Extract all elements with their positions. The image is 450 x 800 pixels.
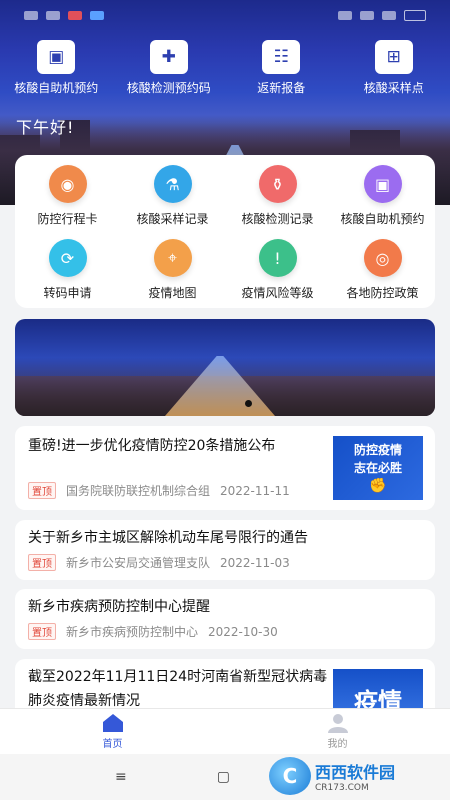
news-meta: 置顶 国务院联防联控机制综合组 2022-11-11 (28, 482, 290, 499)
quick-action-booking-code[interactable]: ✚ 核酸检测预约码 (113, 40, 225, 96)
news-title: 新乡市疾病预防控制中心提醒 (28, 599, 210, 615)
news-thumbnail: 防控疫情 志在必胜 ✊ (333, 436, 423, 500)
news-date: 2022-11-03 (220, 555, 290, 570)
banner-carousel[interactable] (15, 319, 435, 416)
watermark: C 西西软件园 CR173.COM (269, 754, 444, 798)
services-card: ◉ 防控行程卡 ⚗ 核酸采样记录 ⚱ 核酸检测记录 ▣ 核酸自助机预约 ⟳ 转码… (15, 155, 435, 308)
location-card-icon: ◉ (48, 165, 87, 203)
service-label: 各地防控政策 (346, 286, 419, 300)
service-epidemic-map[interactable]: ⌖ 疫情地图 (121, 239, 225, 301)
mail-icon (68, 10, 82, 20)
quick-action-label: 核酸检测预约码 (126, 81, 211, 95)
service-kiosk-booking[interactable]: ▣ 核酸自助机预约 (331, 165, 435, 227)
service-label: 核酸检测记录 (241, 212, 314, 226)
flask-icon: ⚱ (258, 165, 297, 203)
quick-action-label: 核酸自助机预约 (14, 81, 99, 95)
service-label: 核酸采样记录 (136, 212, 209, 226)
news-source: 国务院联防联控机制综合组 (66, 484, 211, 498)
quick-action-return-report[interactable]: ☷ 返新报备 (225, 40, 337, 96)
service-label: 转码申请 (43, 286, 92, 300)
notification-icon (46, 10, 60, 20)
news-meta: 置顶 新乡市疾病预防控制中心 2022-10-30 (28, 623, 278, 640)
message-icon (90, 10, 104, 20)
time-indicator (24, 10, 38, 20)
menu-icon[interactable]: ≡ (115, 769, 127, 785)
news-meta: 置顶 新乡市公安局交通管理支队 2022-11-03 (28, 554, 290, 571)
shield-alert-icon: ! (258, 239, 297, 277)
news-item[interactable]: 新乡市疾病预防控制中心提醒 置顶 新乡市疾病预防控制中心 2022-10-30 (15, 589, 435, 649)
news-source: 新乡市疾病预防控制中心 (66, 625, 199, 639)
thumb-line: 志在必胜 (353, 461, 402, 475)
home-icon (102, 714, 123, 732)
medical-kit-icon: ✚ (149, 40, 188, 74)
service-travel-card[interactable]: ◉ 防控行程卡 (16, 165, 120, 227)
user-icon (327, 714, 348, 733)
fist-icon: ✊ (369, 478, 387, 494)
service-label: 防控行程卡 (37, 212, 98, 226)
bluetooth-icon (338, 10, 352, 20)
service-code-transfer[interactable]: ⟳ 转码申请 (16, 239, 120, 301)
service-risk-level[interactable]: ! 疫情风险等级 (226, 239, 330, 301)
quick-action-label: 核酸采样点 (363, 81, 424, 95)
wifi-icon (382, 10, 396, 20)
tab-mine[interactable]: 我的 (225, 709, 450, 754)
watermark-main: 西西软件园 (315, 763, 396, 782)
news-date: 2022-10-30 (208, 624, 278, 639)
pinned-badge: 置顶 (28, 623, 56, 640)
eye-icon: ◎ (363, 239, 402, 277)
quick-action-label: 返新报备 (257, 81, 306, 95)
news-title: 重磅!进一步优化疫情防控20条措施公布 (28, 438, 276, 454)
kiosk-icon: ▣ (363, 165, 402, 203)
refresh-icon: ⟳ (48, 239, 87, 277)
tab-label: 我的 (327, 739, 348, 750)
watermark-logo: C (269, 757, 311, 795)
test-tube-icon: ⚗ (153, 165, 192, 203)
home-button-icon[interactable]: ▢ (217, 769, 230, 785)
map-icon: ⌖ (153, 239, 192, 277)
pinned-badge: 置顶 (28, 482, 56, 499)
service-test-record[interactable]: ⚱ 核酸检测记录 (226, 165, 330, 227)
quick-action-atm-booking[interactable]: ▣ 核酸自助机预约 (0, 40, 112, 96)
service-label: 疫情地图 (148, 286, 197, 300)
news-source: 新乡市公安局交通管理支队 (66, 556, 211, 570)
tab-home[interactable]: 首页 (0, 709, 225, 754)
news-date: 2022-11-11 (220, 483, 290, 498)
battery-icon (404, 9, 426, 21)
service-sampling-record[interactable]: ⚗ 核酸采样记录 (121, 165, 225, 227)
bottom-tab-bar: 首页 我的 (0, 708, 450, 754)
tab-label: 首页 (102, 739, 123, 750)
atm-icon: ▣ (37, 40, 76, 74)
greeting: 下午好! (16, 118, 75, 137)
news-title: 截至2022年11月11日24时河南省新型冠状病毒肺炎疫情最新情况 (28, 669, 328, 709)
calendar-icon: ☷ (262, 40, 301, 74)
carousel-indicator[interactable] (245, 400, 252, 407)
status-bar (0, 0, 450, 30)
news-item[interactable]: 关于新乡市主城区解除机动车尾号限行的通告 置顶 新乡市公安局交通管理支队 202… (15, 520, 435, 580)
pinned-badge: 置顶 (28, 554, 56, 571)
service-label: 疫情风险等级 (241, 286, 314, 300)
thumb-line: 防控疫情 (353, 443, 402, 457)
quick-actions: ▣ 核酸自助机预约 ✚ 核酸检测预约码 ☷ 返新报备 ⊞ 核酸采样点 (0, 40, 450, 96)
browser-icon: ⊞ (374, 40, 413, 74)
quick-action-sampling-site[interactable]: ⊞ 核酸采样点 (338, 40, 450, 96)
news-item[interactable]: 重磅!进一步优化疫情防控20条措施公布 置顶 国务院联防联控机制综合组 2022… (15, 426, 435, 510)
watermark-sub: CR173.COM (315, 783, 369, 793)
service-local-policy[interactable]: ◎ 各地防控政策 (331, 239, 435, 301)
signal-icon (360, 10, 374, 20)
news-title: 关于新乡市主城区解除机动车尾号限行的通告 (28, 530, 308, 546)
service-label: 核酸自助机预约 (340, 212, 425, 226)
